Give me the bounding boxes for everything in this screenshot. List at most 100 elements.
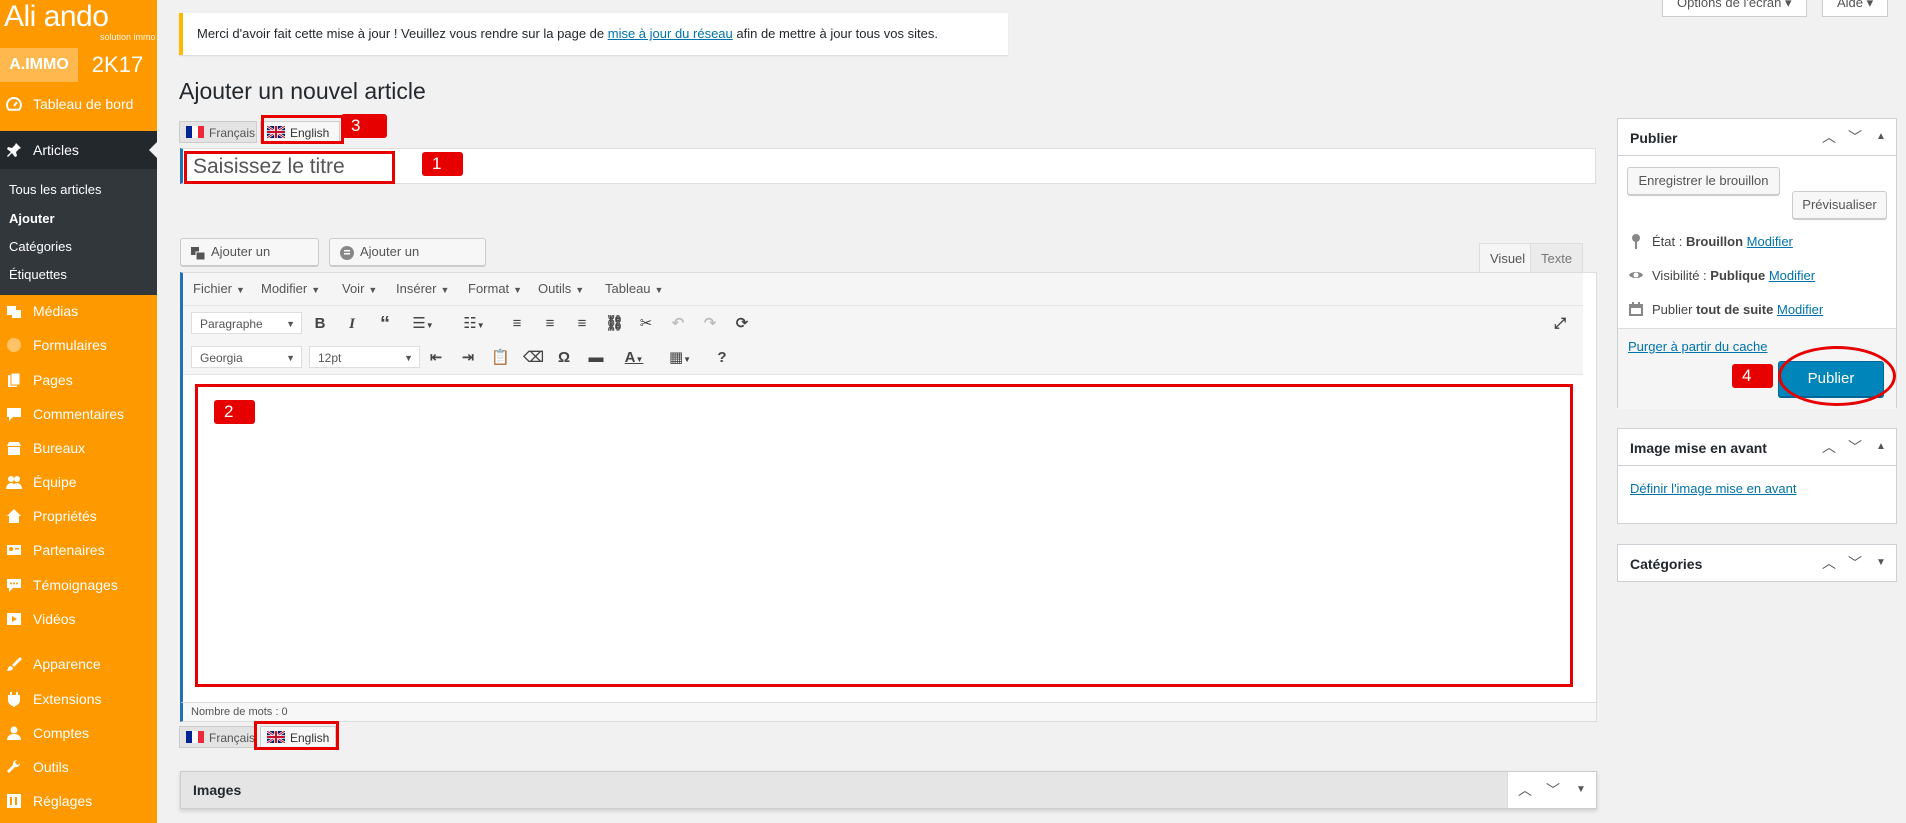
align-left-icon[interactable]: ≡ (508, 315, 526, 333)
tab-visual[interactable]: Visuel (1479, 243, 1537, 273)
edit-status-link[interactable]: Modifier (1747, 234, 1793, 249)
bold-icon[interactable]: B (311, 315, 329, 333)
featured-image-metabox: Image mise en avant ︿ ﹀ ▲ Définir l'imag… (1617, 428, 1897, 524)
chevron-up-icon[interactable]: ︿ (1820, 438, 1838, 456)
menu-outils[interactable]: Outils ▼ (538, 281, 584, 296)
toggle-arrow-icon[interactable]: ▲ (1872, 438, 1890, 456)
edit-date-link[interactable]: Modifier (1777, 302, 1823, 317)
refresh-icon[interactable]: ⟳ (733, 315, 751, 333)
font-size-select[interactable]: 12pt ▼ (309, 346, 420, 368)
sidebar-item-bureaux[interactable]: Bureaux (0, 434, 157, 462)
featured-image-header: Image mise en avant ︿ ﹀ ▲ (1618, 429, 1896, 466)
sidebar-item-equipe[interactable]: Équipe (0, 468, 157, 496)
toggle-arrow-icon[interactable]: ▼ (1572, 781, 1590, 799)
numbered-list-icon[interactable]: ☷▼ (459, 315, 489, 333)
help-circle-icon[interactable]: ? (713, 349, 731, 367)
network-update-link[interactable]: mise à jour du réseau (608, 26, 733, 41)
add-media-button[interactable]: Ajouter un média (180, 238, 319, 285)
id-card-icon (7, 545, 21, 555)
sidebar-item-temoignages[interactable]: Témoignages (0, 571, 157, 599)
set-featured-image-link[interactable]: Définir l'image mise en avant (1630, 481, 1797, 496)
text-color-icon[interactable]: A▼ (619, 349, 649, 367)
link-icon[interactable]: ⛓ (605, 315, 624, 333)
chevron-up-icon[interactable]: ︿ (1820, 554, 1838, 572)
bullet-list-icon[interactable]: ☰▼ (408, 315, 438, 333)
submenu-tags[interactable]: Étiquettes (9, 267, 67, 282)
redo-icon[interactable]: ↷ (701, 315, 719, 333)
align-center-icon[interactable]: ≡ (541, 315, 559, 333)
sidebar-item-apparence[interactable]: Apparence (0, 650, 157, 678)
toggle-arrow-icon[interactable]: ▼ (1872, 554, 1890, 572)
menu-voir[interactable]: Voir ▼ (342, 281, 377, 296)
format-select[interactable]: Paragraphe ▼ (191, 312, 302, 334)
sidebar-item-articles[interactable]: Articles (0, 131, 157, 169)
logo-text: Ali ando (4, 0, 109, 33)
editor-content-area[interactable] (183, 375, 1583, 697)
save-draft-button[interactable]: Enregistrer le brouillon (1627, 167, 1780, 195)
chevron-down-icon[interactable]: ﹀ (1846, 128, 1864, 146)
help-button[interactable]: Aide ▾ (1822, 0, 1889, 17)
menu-format[interactable]: Format ▼ (468, 281, 522, 296)
sidebar-item-partenaires[interactable]: Partenaires (0, 536, 157, 564)
lang-tab-fr-bottom[interactable]: Français (179, 726, 257, 748)
toggle-arrow-icon[interactable]: ▲ (1872, 128, 1890, 146)
edit-visibility-link[interactable]: Modifier (1769, 268, 1815, 283)
purge-cache-link[interactable]: Purger à partir du cache (1628, 339, 1767, 354)
site-logo[interactable]: Ali ando solution immo (0, 0, 157, 46)
sidebar-item-dashboard[interactable]: Tableau de bord (0, 90, 157, 118)
sidebar-item-pages[interactable]: Pages (0, 366, 157, 394)
lang-tab-fr-top[interactable]: Français (179, 121, 257, 143)
special-char-icon[interactable]: Ω (555, 349, 573, 367)
sidebar-item-extensions[interactable]: Extensions (0, 685, 157, 713)
horizontal-rule-icon[interactable]: ▬ (587, 349, 605, 367)
preview-button[interactable]: Prévisualiser (1792, 191, 1887, 219)
editor-toolbar-1: Paragraphe ▼ B I “ ☰▼ ☷▼ ≡ ≡ ≡ ⛓ ✂ ↶ ↷ ⟳ … (183, 306, 1583, 340)
font-family-select[interactable]: Georgia ▼ (191, 346, 302, 368)
outdent-icon[interactable]: ⇤ (427, 349, 445, 367)
comment-icon (7, 408, 21, 421)
sidebar-item-proprietes[interactable]: Propriétés (0, 502, 157, 530)
post-editor: Fichier ▼ Modifier ▼ Voir ▼ Insérer ▼ Format… (180, 272, 1597, 722)
submenu-all-articles[interactable]: Tous les articles (9, 182, 101, 197)
chevron-down-icon[interactable]: ﹀ (1846, 438, 1864, 456)
lang-tab-en-bottom[interactable]: English (260, 726, 336, 748)
align-right-icon[interactable]: ≡ (573, 315, 591, 333)
user-icon (7, 726, 21, 740)
editor-menubar: Fichier ▼ Modifier ▼ Voir ▼ Insérer ▼ Format… (183, 273, 1583, 306)
chevron-down-icon[interactable]: ﹀ (1544, 781, 1562, 799)
screen-options-button[interactable]: Options de l'écran ▾ (1662, 0, 1807, 17)
tab-text[interactable]: Texte (1530, 243, 1584, 273)
sidebar-item-medias[interactable]: Médias (0, 297, 157, 325)
publish-metabox-title: Publier (1630, 130, 1678, 146)
title-input[interactable] (191, 153, 1585, 181)
sidebar-item-reglages[interactable]: Réglages (0, 787, 157, 815)
menu-inserer[interactable]: Insérer ▼ (396, 281, 449, 296)
menu-tableau[interactable]: Tableau ▼ (605, 281, 663, 296)
lang-tab-en-top[interactable]: English (260, 121, 340, 143)
sidebar-item-comptes[interactable]: Comptes (0, 719, 157, 747)
submenu-categories[interactable]: Catégories (9, 239, 72, 254)
sidebar-item-videos[interactable]: Vidéos (0, 605, 157, 633)
italic-icon[interactable]: I (343, 315, 361, 333)
chevron-down-icon[interactable]: ﹀ (1846, 554, 1864, 572)
indent-icon[interactable]: ⇥ (459, 349, 477, 367)
chevron-up-icon[interactable]: ︿ (1516, 781, 1534, 799)
sidebar-item-outils[interactable]: Outils (0, 753, 157, 781)
french-flag-icon (186, 126, 204, 138)
chevron-up-icon[interactable]: ︿ (1820, 128, 1838, 146)
submenu-add[interactable]: Ajouter (9, 211, 55, 226)
add-form-button[interactable]: Ajouter un formulaire (329, 238, 486, 285)
sidebar-item-commentaires[interactable]: Commentaires (0, 400, 157, 428)
undo-icon[interactable]: ↶ (669, 315, 687, 333)
menu-fichier[interactable]: Fichier ▼ (193, 281, 245, 296)
table-icon[interactable]: ▦▼ (665, 349, 695, 367)
page-title: Ajouter un nouvel article (179, 78, 426, 104)
sidebar-item-formulaires[interactable]: Formulaires (0, 331, 157, 359)
paste-text-icon[interactable]: 📋 (491, 349, 510, 367)
menu-modifier[interactable]: Modifier ▼ (261, 281, 320, 296)
clear-format-icon[interactable]: ⌫ (523, 349, 544, 367)
fullscreen-icon[interactable]: ⤢ (1551, 315, 1569, 333)
unlink-icon[interactable]: ✂ (637, 315, 655, 333)
sidebar-item-label: Réglages (33, 793, 93, 809)
blockquote-icon[interactable]: “ (376, 314, 394, 334)
